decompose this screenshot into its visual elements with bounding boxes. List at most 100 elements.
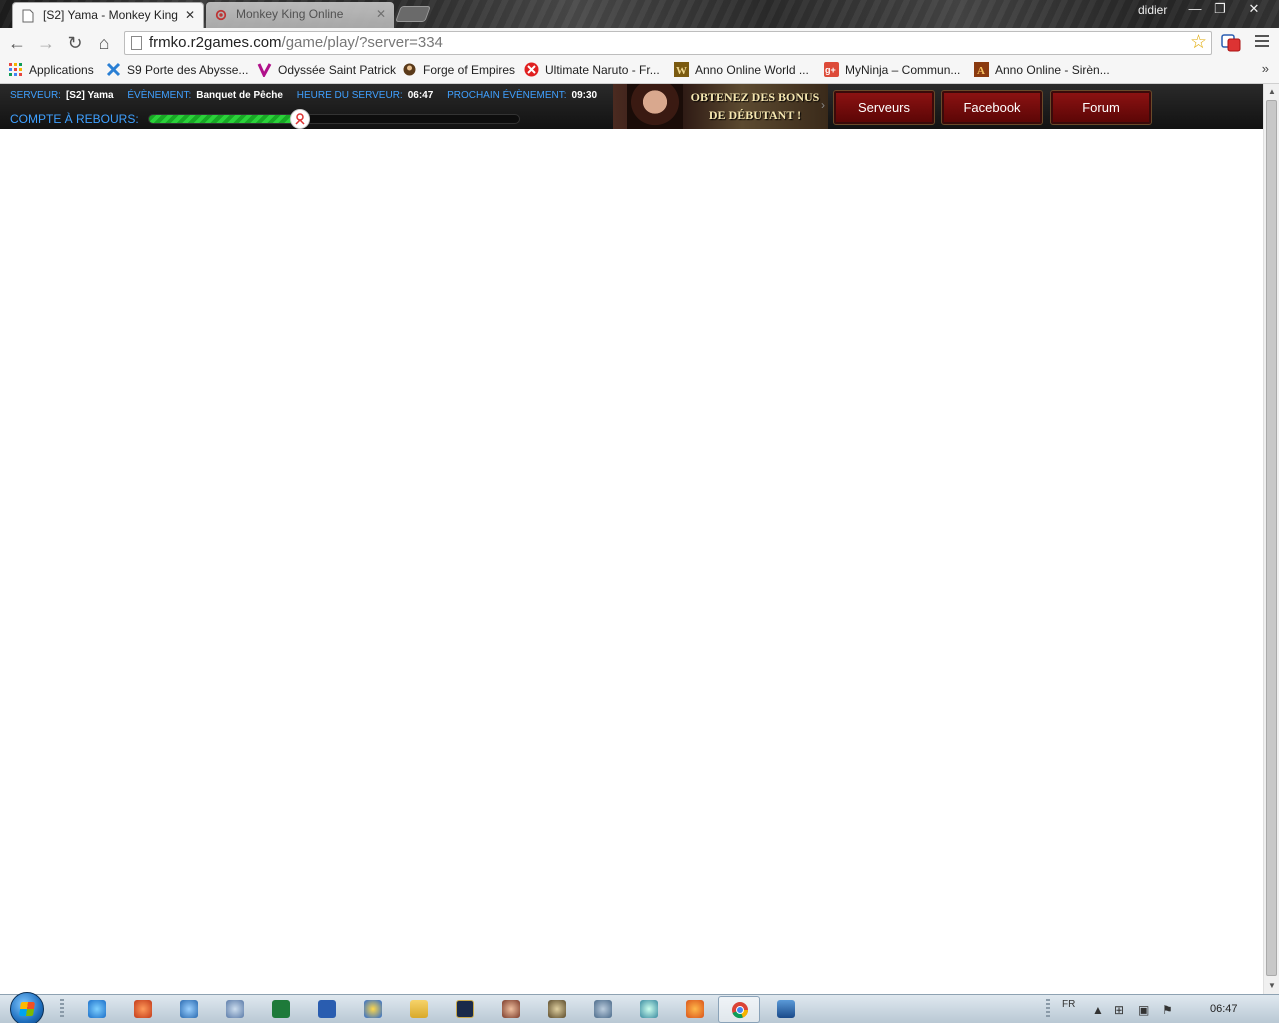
network-icon[interactable] [777, 1000, 795, 1018]
server-value: [S2] Yama [65, 90, 114, 101]
folder-icon[interactable] [410, 1000, 428, 1018]
vertical-scrollbar[interactable]: ▲ ▼ [1263, 84, 1279, 994]
anno-icon: A [974, 62, 989, 77]
bookmarks-more-icon[interactable]: » [1262, 61, 1269, 76]
bookmark-label: Forge of Empires [423, 63, 516, 77]
url-path: /game/play/?server=334 [281, 34, 443, 51]
bookmark-myninja[interactable]: g+ MyNinja – Commun... [824, 62, 960, 78]
chrome-taskbar-button[interactable] [718, 996, 760, 1023]
bookmark-forge[interactable]: Forge of Empires [402, 62, 515, 78]
bookmark-label: MyNinja – Commun... [845, 63, 961, 77]
app-icon[interactable] [364, 1000, 382, 1018]
back-icon[interactable]: ← [5, 32, 29, 54]
tab-title: [S2] Yama - Monkey King [43, 8, 178, 22]
promo-line-1: OBTENEZ DES BONUS [690, 90, 820, 104]
scroll-down-icon[interactable]: ▼ [1264, 978, 1279, 994]
next-event-value: 09:30 [571, 90, 598, 101]
odyssee-icon [257, 63, 272, 77]
promo-text: OBTENEZ DES BONUS DE DÉBUTANT ! [685, 88, 825, 124]
countdown-label: COMPTE À REBOURS: [10, 112, 139, 126]
countdown-progress-bar [148, 114, 520, 124]
restore-icon[interactable]: ❐ [1207, 0, 1233, 18]
svg-text:g+: g+ [825, 65, 836, 75]
game-site-header: SERVEUR: [S2] Yama ÉVÈNEMENT: Banquet de P… [0, 84, 1263, 129]
event-label: ÉVÈNEMENT: [127, 90, 192, 101]
tab-inactive[interactable]: Monkey King Online ✕ [206, 2, 394, 28]
minimize-icon[interactable]: — [1182, 0, 1208, 18]
tray-expand-icon[interactable]: ▲ [1092, 1003, 1104, 1017]
tab-title: Monkey King Online [236, 7, 344, 21]
svg-text:A: A [977, 65, 985, 77]
bookmark-s9[interactable]: S9 Porte des Abysse... [106, 62, 248, 78]
search-app-icon[interactable] [640, 1000, 658, 1018]
game-icon[interactable] [502, 1000, 520, 1018]
server-info: SERVEUR: [S2] Yama ÉVÈNEMENT: Banquet de P… [10, 90, 608, 101]
bookmark-naruto[interactable]: Ultimate Naruto - Fr... [524, 62, 660, 78]
start-button[interactable] [10, 992, 44, 1023]
league-of-legends-icon[interactable] [456, 1000, 474, 1018]
app-icon[interactable] [134, 1000, 152, 1018]
excel-icon[interactable] [272, 1000, 290, 1018]
beginner-bonus-banner[interactable]: OBTENEZ DES BONUS DE DÉBUTANT ! › [613, 84, 828, 129]
windows-tray-icon[interactable]: ⊞ [1114, 1003, 1124, 1017]
window-close-icon[interactable]: ✕ [1241, 0, 1267, 18]
browser-toolbar: ← → ↻ ⌂ frmko.r2games.com/game/play/?ser… [0, 28, 1279, 58]
bookmark-label: Ultimate Naruto - Fr... [545, 63, 660, 77]
bookmark-applications[interactable]: Applications [8, 62, 94, 78]
close-icon[interactable]: ✕ [376, 2, 386, 26]
s9-icon [106, 62, 121, 77]
address-bar[interactable]: frmko.r2games.com/game/play/?server=334 … [124, 31, 1212, 55]
language-indicator[interactable]: FR [1062, 999, 1075, 1010]
translate-extension-icon[interactable] [1221, 34, 1241, 52]
close-icon[interactable]: ✕ [185, 3, 195, 27]
page-icon [131, 36, 142, 50]
firefox-icon[interactable] [686, 1000, 704, 1018]
menu-icon[interactable] [1255, 35, 1269, 49]
media-app-icon[interactable] [226, 1000, 244, 1018]
anno-world-icon: W [674, 62, 689, 77]
bookmark-anno-world[interactable]: W Anno Online World ... [674, 62, 809, 78]
bookmark-star-icon[interactable]: ☆ [1190, 32, 1207, 54]
tab-active[interactable]: [S2] Yama - Monkey King ✕ [12, 2, 204, 28]
forum-button[interactable]: Forum [1050, 90, 1152, 125]
new-tab-button[interactable] [395, 6, 431, 22]
bookmark-anno[interactable]: A Anno Online - Sirèn... [974, 62, 1110, 78]
scroll-thumb[interactable] [1266, 100, 1277, 976]
promo-line-2: DE DÉBUTANT ! [708, 108, 802, 122]
monkey-king-icon [215, 9, 227, 21]
apps-grid-icon [9, 63, 22, 76]
server-label: SERVEUR: [10, 90, 61, 101]
display-tray-icon[interactable]: ▣ [1138, 1003, 1149, 1017]
forge-icon [403, 63, 416, 76]
word-icon[interactable] [318, 1000, 336, 1018]
facebook-button[interactable]: Facebook [941, 90, 1043, 125]
scroll-up-icon[interactable]: ▲ [1264, 84, 1279, 100]
server-time-label: HEURE DU SERVEUR: [296, 90, 403, 101]
forward-icon[interactable]: → [34, 32, 58, 54]
servers-button[interactable]: Serveurs [833, 90, 935, 125]
chevron-right-icon[interactable]: › [821, 98, 825, 112]
taskbar-grip [60, 999, 64, 1019]
network-app-icon[interactable] [180, 1000, 198, 1018]
internet-explorer-icon[interactable] [88, 1000, 106, 1018]
bookmark-label: Applications [29, 63, 94, 77]
windows-taskbar: FR ▲ ⊞ ▣ ⚑ 06:47 [0, 992, 1279, 1023]
steam-icon[interactable] [594, 1000, 612, 1018]
naruto-icon [524, 62, 539, 77]
home-icon[interactable]: ⌂ [92, 32, 116, 54]
bookmark-odyssee[interactable]: Odyssée Saint Patrick [257, 62, 396, 78]
taskbar-grip [1046, 999, 1050, 1019]
chrome-icon [732, 1002, 749, 1019]
game-content-area[interactable] [0, 129, 1263, 994]
countdown-marker-icon [290, 109, 310, 129]
server-time-value: 06:47 [407, 90, 434, 101]
character-portrait [627, 84, 683, 129]
taskbar-clock[interactable]: 06:47 [1210, 1003, 1238, 1015]
countdown-progress-fill [149, 115, 301, 123]
action-center-flag-icon[interactable]: ⚑ [1162, 1003, 1173, 1017]
game-icon[interactable] [548, 1000, 566, 1018]
reload-icon[interactable]: ↻ [63, 32, 87, 54]
page-icon [22, 9, 34, 23]
bookmark-label: Anno Online - Sirèn... [995, 63, 1110, 77]
profile-name[interactable]: didier [1138, 3, 1167, 17]
